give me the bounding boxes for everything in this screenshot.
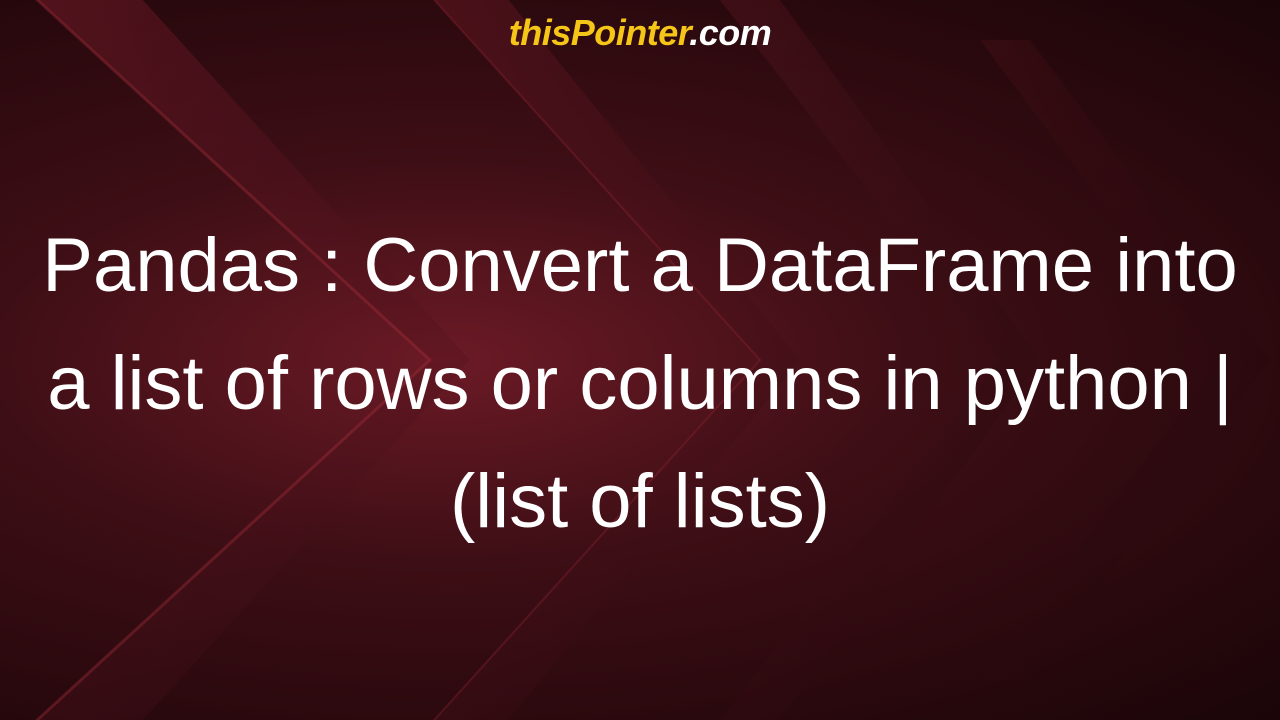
logo-suffix-text: .com: [689, 12, 771, 53]
site-logo: thisPointer.com: [509, 12, 772, 54]
article-title: Pandas : Convert a DataFrame into a list…: [30, 207, 1250, 560]
logo-main-text: thisPointer: [509, 12, 690, 53]
title-container: Pandas : Convert a DataFrame into a list…: [0, 64, 1280, 704]
